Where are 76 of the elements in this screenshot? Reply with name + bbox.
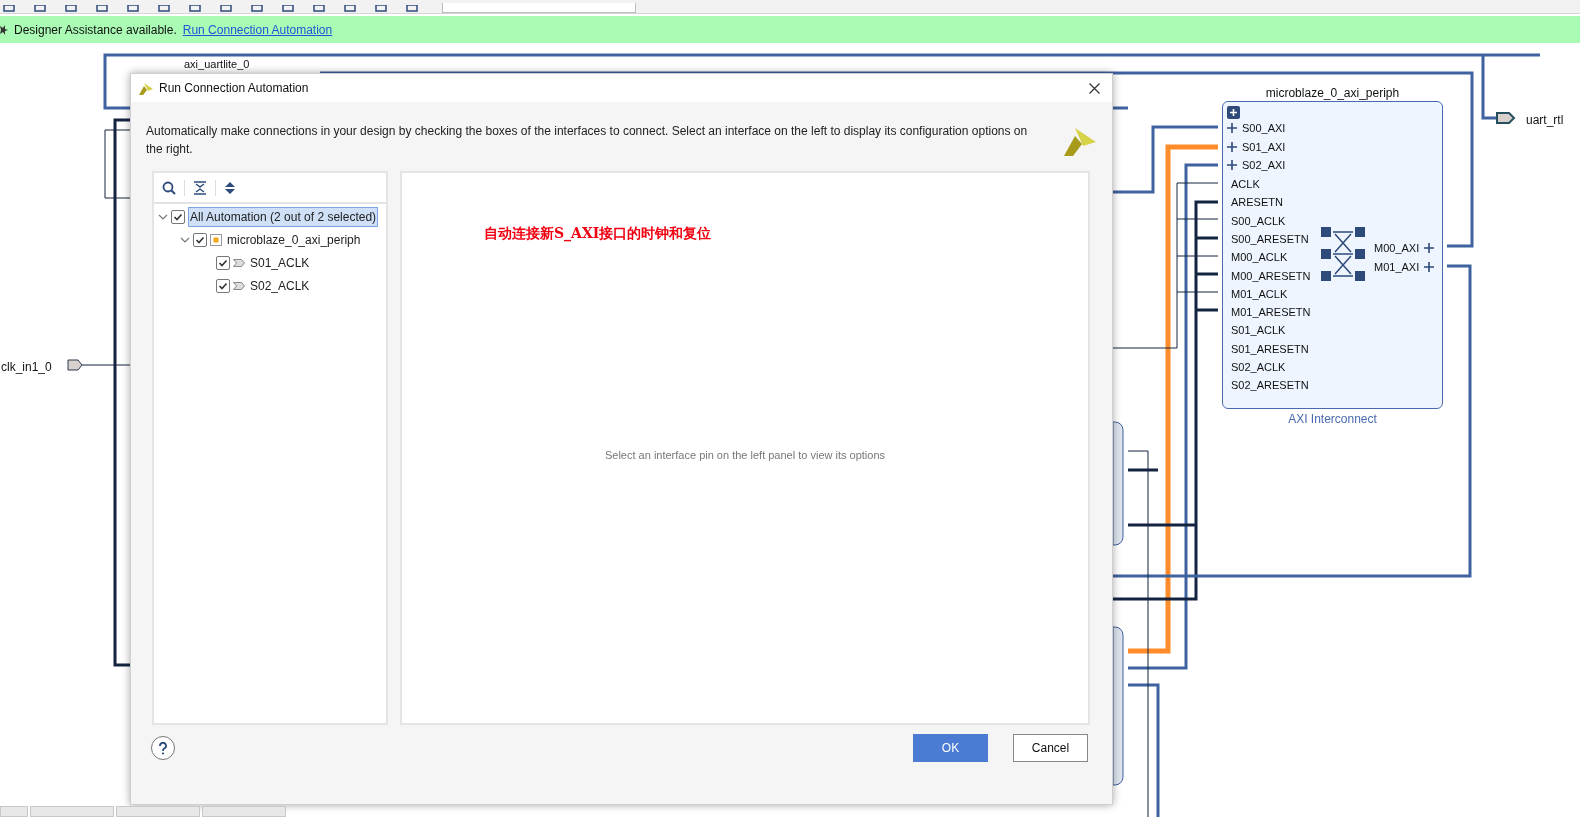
pin-label: M01_ARESETN [1231, 305, 1311, 321]
pin-label: S01_ACLK [1231, 323, 1286, 339]
checkbox[interactable] [193, 232, 207, 247]
toolbar-icon[interactable] [405, 5, 419, 13]
pin-label: M00_ARESETN [1231, 268, 1311, 284]
pin-icon [233, 258, 245, 267]
check-icon [218, 280, 228, 291]
annotation-text: 自动连接新S_AXI接口的时钟和复位 [484, 224, 712, 244]
dialog-description: Automatically make connections in your design by checking the boxes of the interfaces to connect. Select an interface on the left to display its configuration options on the right. [146, 123, 1029, 158]
plus-icon[interactable] [1424, 243, 1435, 254]
logo-icon [139, 81, 153, 95]
port-label: S00_AXI [1242, 121, 1286, 136]
port-label: S01_AXI [1242, 139, 1286, 155]
tree-item[interactable]: S02_ACLK [248, 275, 312, 296]
tree-item[interactable]: S01_ACLK [248, 252, 312, 273]
checkbox[interactable] [216, 278, 230, 293]
port-label: clk_in1_0 [1, 359, 52, 376]
pin-label: S02_ARESETN [1231, 378, 1309, 394]
port-label: M00_AXI [1374, 241, 1420, 256]
sparkle-icon [0, 23, 8, 36]
empty-state-text: Select an interface pin on the left panel to view its options [603, 448, 887, 463]
toolbar-icon[interactable] [64, 5, 78, 13]
crossbar-icon [1321, 227, 1365, 282]
tree-item[interactable]: microblaze_0_axi_periph [225, 229, 363, 250]
cancel-button[interactable]: Cancel [1013, 734, 1088, 762]
toolbar-icon[interactable] [250, 5, 264, 13]
plus-icon[interactable] [1227, 141, 1237, 152]
ok-button[interactable]: OK [913, 734, 988, 762]
pin-label: S02_ACLK [1231, 360, 1286, 375]
toolbar-icon[interactable] [281, 5, 295, 13]
output-port-icon [1496, 112, 1516, 124]
toolbar-icon[interactable] [374, 5, 388, 13]
plus-icon[interactable] [1227, 123, 1237, 134]
toolbar-icon[interactable] [312, 5, 326, 13]
close-icon [1088, 82, 1100, 94]
toolbar-icon[interactable] [219, 5, 233, 13]
collapse-all-icon[interactable] [193, 180, 207, 195]
checkbox[interactable] [216, 255, 230, 270]
checkbox[interactable] [171, 209, 185, 224]
banner-text: Designer Assistance available. [14, 21, 177, 39]
pin-label: S01_ARESETN [1231, 341, 1309, 357]
tree-item[interactable]: All Automation (2 out of 2 selected) [188, 206, 379, 227]
port-label: S02_AXI [1242, 158, 1286, 173]
block-subtitle: AXI Interconnect [1287, 411, 1378, 428]
toolbar-icon[interactable] [126, 5, 140, 13]
toolbar-icon[interactable] [2, 5, 16, 13]
help-button[interactable] [151, 736, 175, 760]
question-icon [158, 741, 168, 755]
check-icon [218, 257, 228, 268]
pin-label: ARESETN [1231, 195, 1283, 211]
block-title: axi_uartlite_0 [184, 57, 250, 71]
input-port-icon [67, 359, 83, 371]
expand-all-icon[interactable] [224, 180, 236, 195]
toolbar-icon[interactable] [188, 5, 202, 13]
pin-label: M01_ACLK [1231, 286, 1288, 302]
automation-link[interactable]: Run Connection Automation [182, 20, 333, 39]
toolbar-icon[interactable] [157, 5, 171, 13]
toolbar-icon[interactable] [343, 5, 357, 13]
pin-icon [233, 281, 245, 290]
dialog-title: Run Connection Automation [159, 80, 309, 97]
search-icon[interactable] [162, 180, 176, 195]
check-icon [195, 234, 205, 245]
check-icon [173, 211, 183, 222]
pin-label: S00_ARESETN [1231, 231, 1309, 247]
pin-label: S00_ACLK [1231, 213, 1286, 229]
port-label: uart_rtl [1526, 112, 1564, 129]
plus-icon[interactable] [1227, 160, 1237, 171]
toolbar-icon[interactable] [95, 5, 109, 13]
plus-icon[interactable] [1424, 261, 1435, 272]
toolbar-icon[interactable] [33, 5, 47, 13]
expand-icon[interactable] [1227, 106, 1240, 119]
block-icon [210, 233, 222, 246]
port-label: M01_AXI [1374, 259, 1420, 275]
pin-label: ACLK [1231, 177, 1260, 192]
pin-label: M00_ACLK [1231, 250, 1288, 266]
block-title: microblaze_0_axi_periph [1264, 85, 1401, 102]
